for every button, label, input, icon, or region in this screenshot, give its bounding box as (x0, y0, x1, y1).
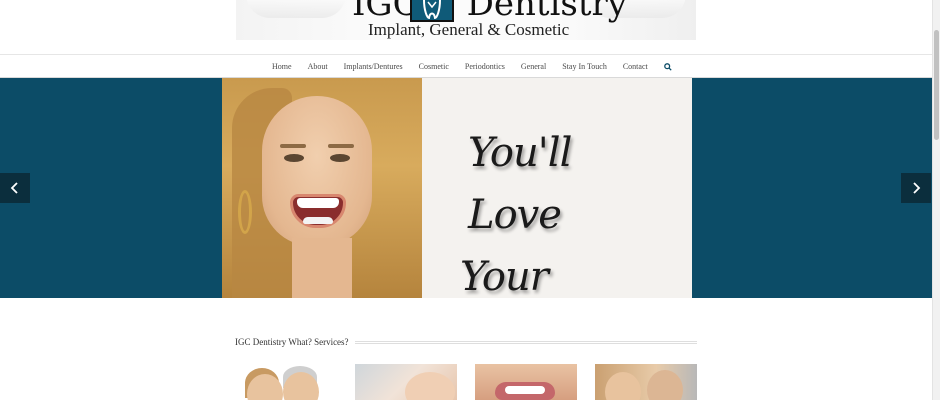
hero-slider: You'll Love Your Smile! (0, 78, 940, 298)
service-thumbnail-smile-closeup[interactable] (475, 364, 577, 400)
nav-item-general[interactable]: General (513, 55, 554, 78)
services-thumbnails (235, 364, 697, 400)
hero-slide: You'll Love Your Smile! (222, 78, 692, 298)
hero-photo-eye (330, 154, 350, 162)
chevron-right-icon (913, 182, 921, 194)
nav-item-home[interactable]: Home (264, 55, 300, 78)
slider-prev-button[interactable] (0, 173, 30, 203)
hero-slogan: You'll Love Your Smile! (460, 122, 660, 298)
hero-photo-earring (238, 190, 252, 234)
thumb-photo-teeth (505, 386, 545, 394)
slider-next-button[interactable] (901, 173, 931, 203)
main-nav: Home About Implants/Dentures Cosmetic Pe… (0, 55, 940, 78)
hero-photo-smiling-woman (222, 78, 422, 298)
hero-photo-brow (328, 144, 354, 148)
services-heading-row: IGC Dentistry What? Services? (235, 336, 697, 348)
logo-subtitle: Implant, General & Cosmetic (368, 20, 570, 39)
service-thumbnail-dental-exam[interactable] (355, 364, 457, 400)
hero-photo-teeth (297, 198, 339, 208)
hero-photo-teeth (303, 217, 333, 224)
scrollbar-thumb[interactable] (934, 30, 939, 140)
site-logo[interactable]: IGC Dentistry Implant, General & Cosmetic (236, 0, 696, 40)
chevron-left-icon (10, 182, 18, 194)
logo-teeth-decoration (246, 0, 346, 18)
thumb-photo-face (405, 372, 455, 400)
nav-item-cosmetic[interactable]: Cosmetic (411, 55, 457, 78)
nav-items: Home About Implants/Dentures Cosmetic Pe… (264, 55, 680, 78)
services-heading: IGC Dentistry What? Services? (235, 337, 349, 347)
hero-photo-neck (292, 238, 352, 298)
tooth-icon (410, 0, 454, 22)
search-icon[interactable] (656, 55, 680, 78)
nav-item-about[interactable]: About (300, 55, 336, 78)
site-header: IGC Dentistry Implant, General & Cosmetic (0, 0, 940, 55)
thumb-photo-face (647, 370, 683, 400)
nav-item-stay-in-touch[interactable]: Stay In Touch (554, 55, 615, 78)
service-thumbnail-senior-couple[interactable] (595, 364, 697, 400)
hero-photo-face (262, 96, 372, 246)
thumb-photo-face (605, 372, 641, 400)
hero-photo-eye (284, 154, 304, 162)
heading-divider (354, 340, 697, 344)
nav-item-implants-dentures[interactable]: Implants/Dentures (336, 55, 411, 78)
page-scrollbar[interactable] (932, 0, 940, 400)
hero-photo-brow (280, 144, 306, 148)
nav-item-periodontics[interactable]: Periodontics (457, 55, 513, 78)
nav-item-contact[interactable]: Contact (615, 55, 656, 78)
hero-slogan-line1: You'll Love (468, 130, 572, 238)
service-thumbnail-couple[interactable] (235, 364, 337, 400)
hero-photo-smile (290, 194, 346, 228)
hero-slogan-line2: Your Smile! (460, 254, 549, 298)
